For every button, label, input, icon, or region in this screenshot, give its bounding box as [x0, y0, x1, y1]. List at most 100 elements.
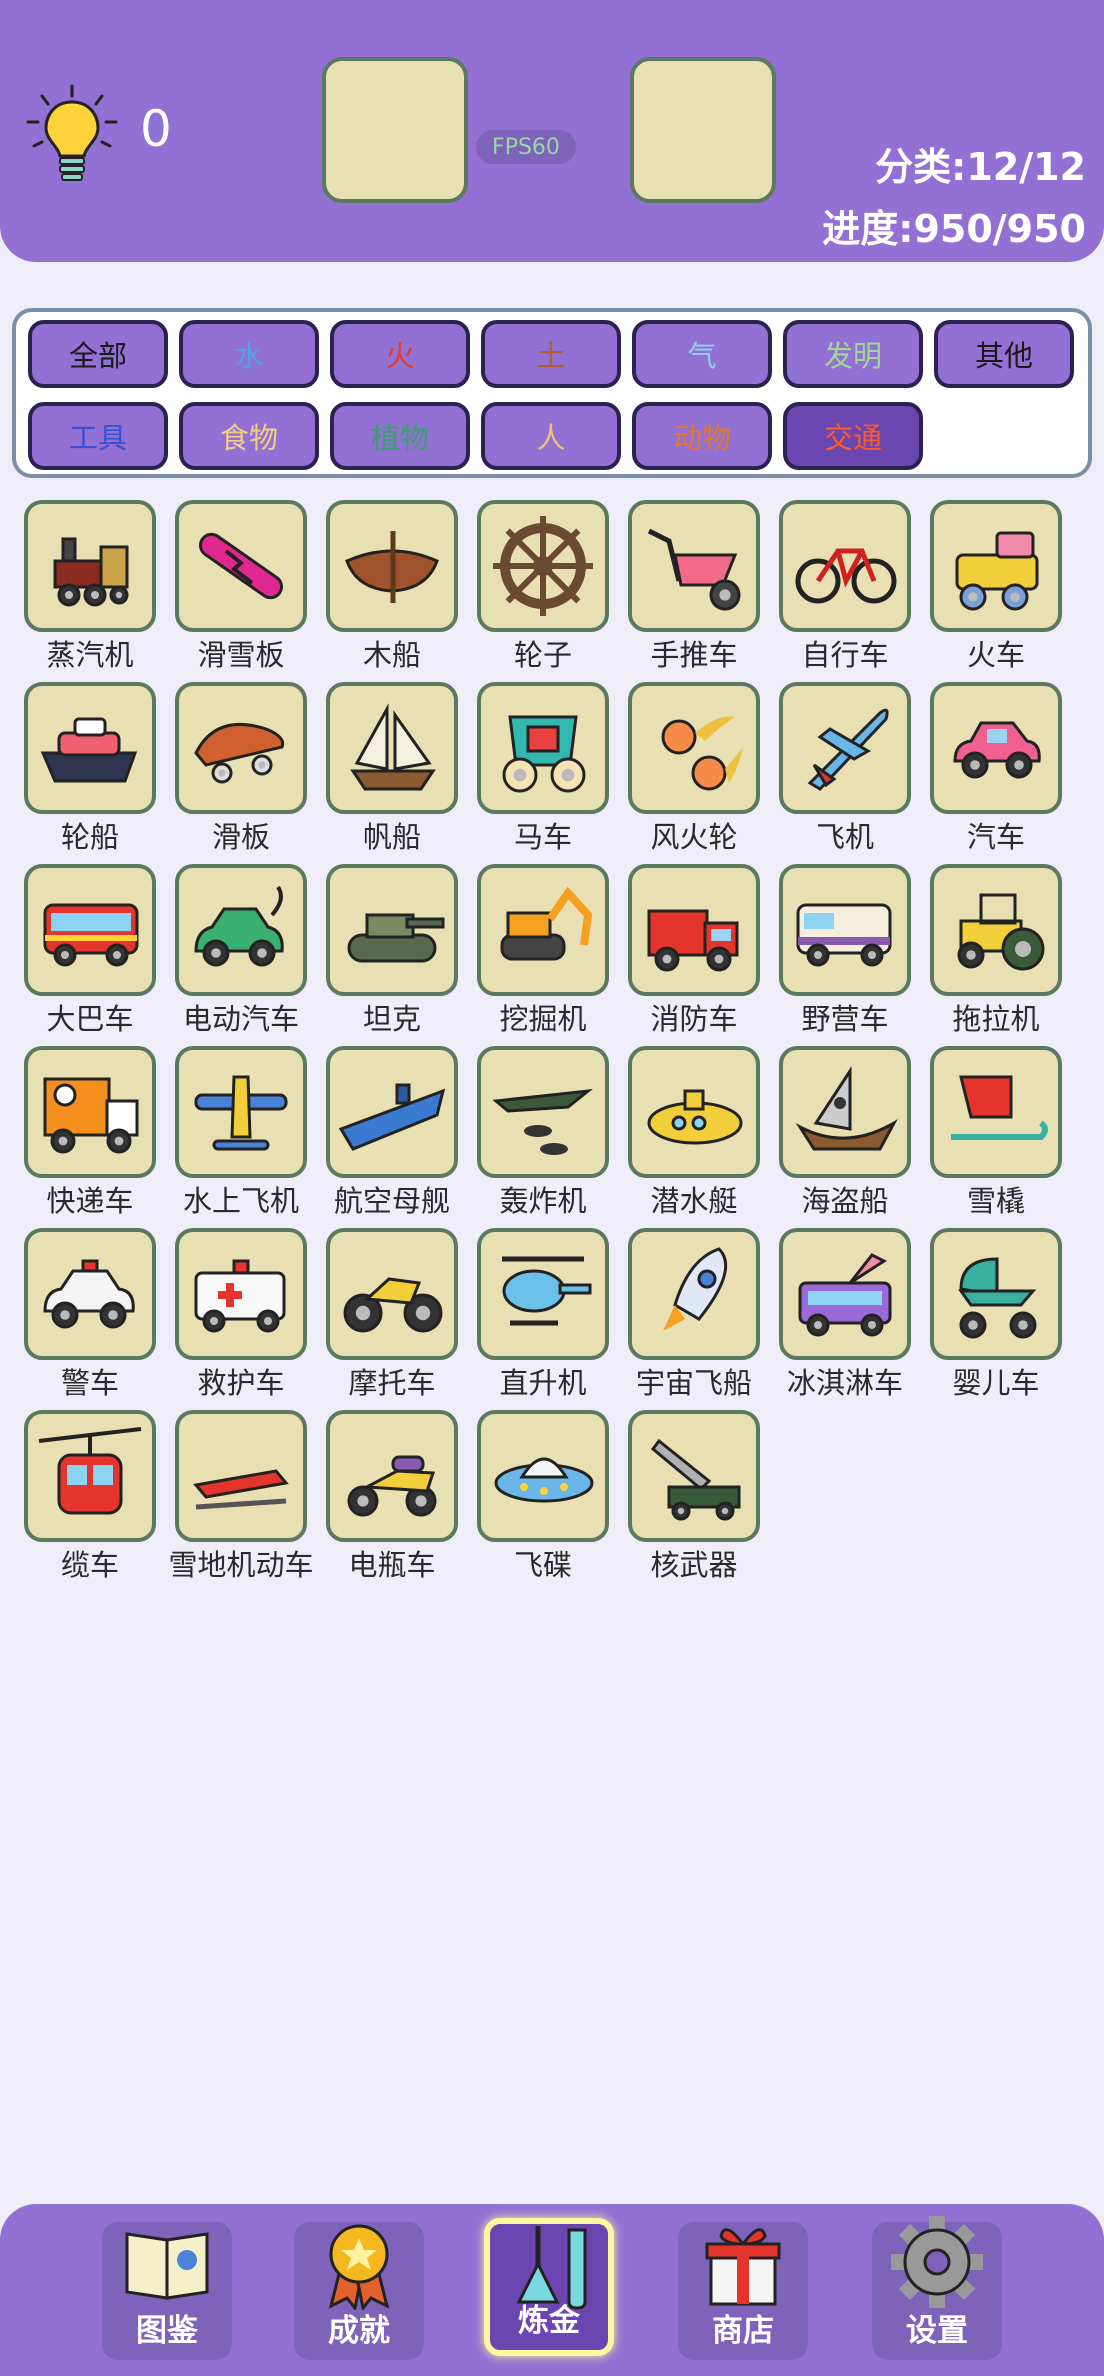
nav-gear-button[interactable]: 设置 [872, 2216, 1002, 2360]
filter-tab-13[interactable]: 交通 [783, 402, 923, 470]
element-tile[interactable] [477, 500, 609, 632]
element-tile[interactable] [779, 864, 911, 996]
element-item[interactable]: 快递车 [24, 1046, 156, 1218]
element-item[interactable]: 手推车 [628, 500, 760, 672]
element-tile[interactable] [326, 864, 458, 996]
filter-tab-4[interactable]: 土 [481, 320, 621, 388]
element-tile[interactable] [24, 864, 156, 996]
element-tile[interactable] [477, 1228, 609, 1360]
element-item[interactable]: 电动汽车 [175, 864, 307, 1036]
filter-tab-7[interactable]: 其他 [934, 320, 1074, 388]
element-tile[interactable] [175, 500, 307, 632]
element-item[interactable]: 航空母舰 [326, 1046, 458, 1218]
filter-tab-3[interactable]: 火 [330, 320, 470, 388]
element-tile[interactable] [628, 682, 760, 814]
element-item[interactable]: 大巴车 [24, 864, 156, 1036]
element-item[interactable]: 滑板 [175, 682, 307, 854]
filter-tab-8[interactable]: 工具 [28, 402, 168, 470]
element-item[interactable]: 消防车 [628, 864, 760, 1036]
element-item[interactable]: 飞碟 [477, 1410, 609, 1582]
lightbulb-icon[interactable] [24, 82, 120, 186]
nav-gift-button[interactable]: 商店 [678, 2222, 808, 2360]
element-item[interactable]: 马车 [477, 682, 609, 854]
element-tile[interactable] [930, 864, 1062, 996]
element-tile[interactable] [930, 1228, 1062, 1360]
element-tile[interactable] [175, 1410, 307, 1542]
element-tile[interactable] [477, 682, 609, 814]
element-item[interactable]: 水上飞机 [175, 1046, 307, 1218]
element-item[interactable]: 核武器 [628, 1410, 760, 1582]
filter-tab-6[interactable]: 发明 [783, 320, 923, 388]
element-item[interactable]: 摩托车 [326, 1228, 458, 1400]
element-item[interactable]: 婴儿车 [930, 1228, 1062, 1400]
element-item[interactable]: 汽车 [930, 682, 1062, 854]
element-tile[interactable] [24, 1046, 156, 1178]
element-item[interactable]: 雪地机动车 [168, 1410, 314, 1582]
element-tile[interactable] [24, 1228, 156, 1360]
element-tile[interactable] [326, 1046, 458, 1178]
element-item[interactable]: 挖掘机 [477, 864, 609, 1036]
element-item[interactable]: 飞机 [779, 682, 911, 854]
element-tile[interactable] [24, 682, 156, 814]
element-tile[interactable] [175, 682, 307, 814]
nav-medal-button[interactable]: 成就 [294, 2222, 424, 2360]
filter-tab-11[interactable]: 人 [481, 402, 621, 470]
element-tile[interactable] [930, 682, 1062, 814]
element-tile[interactable] [326, 1228, 458, 1360]
element-tile[interactable] [326, 1410, 458, 1542]
element-item[interactable]: 拖拉机 [930, 864, 1062, 1036]
element-item[interactable]: 滑雪板 [175, 500, 307, 672]
element-tile[interactable] [779, 500, 911, 632]
element-tile[interactable] [326, 500, 458, 632]
element-item[interactable]: 警车 [24, 1228, 156, 1400]
filter-tab-2[interactable]: 水 [179, 320, 319, 388]
element-item[interactable]: 蒸汽机 [24, 500, 156, 672]
element-item[interactable]: 木船 [326, 500, 458, 672]
element-tile[interactable] [477, 864, 609, 996]
element-item[interactable]: 直升机 [477, 1228, 609, 1400]
element-tile[interactable] [779, 682, 911, 814]
element-tile[interactable] [175, 1046, 307, 1178]
element-tile[interactable] [628, 1410, 760, 1542]
element-item[interactable]: 自行车 [779, 500, 911, 672]
element-item[interactable]: 轮船 [24, 682, 156, 854]
element-item[interactable]: 缆车 [24, 1410, 156, 1582]
element-tile[interactable] [779, 1046, 911, 1178]
element-item[interactable]: 火车 [930, 500, 1062, 672]
nav-flask-button[interactable]: 炼金 [484, 2218, 614, 2356]
element-tile[interactable] [930, 1046, 1062, 1178]
filter-tab-10[interactable]: 植物 [330, 402, 470, 470]
element-tile[interactable] [628, 1046, 760, 1178]
element-tile[interactable] [628, 500, 760, 632]
filter-tab-12[interactable]: 动物 [632, 402, 772, 470]
element-item[interactable]: 野营车 [779, 864, 911, 1036]
element-tile[interactable] [175, 1228, 307, 1360]
filter-tab-5[interactable]: 气 [632, 320, 772, 388]
filter-tab-1[interactable]: 全部 [28, 320, 168, 388]
element-tile[interactable] [24, 500, 156, 632]
element-item[interactable]: 坦克 [326, 864, 458, 1036]
element-tile[interactable] [175, 864, 307, 996]
element-tile[interactable] [779, 1228, 911, 1360]
filter-tab-9[interactable]: 食物 [179, 402, 319, 470]
element-tile[interactable] [930, 500, 1062, 632]
element-tile[interactable] [326, 682, 458, 814]
element-item[interactable]: 冰淇淋车 [779, 1228, 911, 1400]
element-item[interactable]: 宇宙飞船 [628, 1228, 760, 1400]
element-tile[interactable] [24, 1410, 156, 1542]
element-item[interactable]: 轰炸机 [477, 1046, 609, 1218]
element-item[interactable]: 轮子 [477, 500, 609, 672]
element-item[interactable]: 海盗船 [779, 1046, 911, 1218]
combine-slot-right[interactable] [630, 57, 776, 203]
element-item[interactable]: 潜水艇 [628, 1046, 760, 1218]
combine-slot-left[interactable] [322, 57, 468, 203]
element-item[interactable]: 救护车 [175, 1228, 307, 1400]
element-tile[interactable] [628, 1228, 760, 1360]
element-tile[interactable] [477, 1046, 609, 1178]
element-tile[interactable] [477, 1410, 609, 1542]
element-item[interactable]: 电瓶车 [326, 1410, 458, 1582]
element-item[interactable]: 帆船 [326, 682, 458, 854]
element-tile[interactable] [628, 864, 760, 996]
element-item[interactable]: 雪橇 [930, 1046, 1062, 1218]
element-item[interactable]: 风火轮 [628, 682, 760, 854]
